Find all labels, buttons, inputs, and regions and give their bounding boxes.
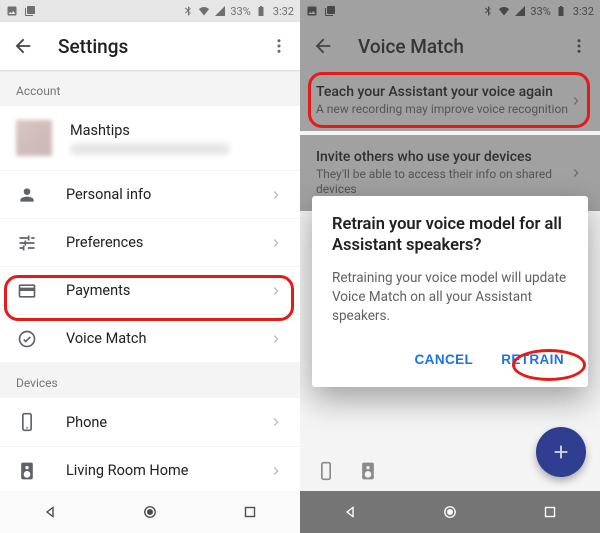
settings-list: Account Mashtips Personal info Preferenc…	[0, 70, 300, 491]
nav-recent-icon[interactable]	[541, 503, 559, 521]
picture-icon	[6, 5, 18, 17]
battery-text: 33%	[230, 5, 250, 18]
cancel-button[interactable]: CANCEL	[411, 346, 478, 373]
nav-home-icon[interactable]	[441, 503, 459, 521]
bluetooth-icon	[182, 5, 194, 17]
page-title: Settings	[58, 35, 128, 58]
battery-icon	[255, 5, 267, 17]
back-icon[interactable]	[12, 35, 34, 57]
nav-home-icon[interactable]	[141, 503, 159, 521]
tune-icon	[16, 232, 38, 254]
chevron-right-icon	[268, 463, 284, 479]
wifi-icon	[198, 5, 210, 17]
row-preferences[interactable]: Preferences	[0, 218, 300, 266]
chevron-right-icon	[268, 235, 284, 251]
row-label: Voice Match	[66, 330, 146, 347]
dialog-message: Retraining your voice model will update …	[332, 269, 568, 326]
dialog-title: Retrain your voice model for all Assista…	[332, 214, 568, 257]
right-pane: 33% 3:32 Voice Match Teach your Assistan…	[300, 0, 600, 533]
profile-name: Mashtips	[70, 122, 230, 139]
person-icon	[16, 184, 38, 206]
retrain-button[interactable]: RETRAIN	[497, 346, 568, 373]
phone-icon	[16, 411, 38, 433]
chevron-right-icon	[268, 187, 284, 203]
nav-recent-icon[interactable]	[241, 503, 259, 521]
signal-icon	[214, 5, 226, 17]
overflow-icon[interactable]	[270, 37, 288, 55]
profile-sub-blur	[70, 143, 230, 155]
chevron-right-icon	[268, 331, 284, 347]
row-payments[interactable]: Payments	[0, 266, 300, 314]
section-account: Account	[0, 70, 300, 106]
clock-text: 3:32	[273, 5, 294, 18]
navbar-left	[0, 491, 300, 533]
chevron-right-icon	[268, 414, 284, 430]
card-icon	[16, 280, 38, 302]
gallery-icon	[24, 5, 36, 17]
row-label: Personal info	[66, 186, 151, 203]
row-label: Preferences	[66, 234, 143, 251]
row-label: Living Room Home	[66, 462, 188, 479]
avatar	[16, 120, 52, 156]
retrain-dialog: Retrain your voice model for all Assista…	[312, 196, 588, 387]
appbar-left: Settings	[0, 22, 300, 70]
speaker-icon	[16, 460, 38, 482]
chevron-right-icon	[268, 283, 284, 299]
row-voice-match[interactable]: Voice Match	[0, 314, 300, 362]
nav-back-icon[interactable]	[41, 503, 59, 521]
nav-back-icon[interactable]	[341, 503, 359, 521]
row-profile[interactable]: Mashtips	[0, 106, 300, 170]
row-personal-info[interactable]: Personal info	[0, 170, 300, 218]
left-pane: 33% 3:32 Settings Account Mashtips Perso…	[0, 0, 300, 533]
status-bar-left: 33% 3:32	[0, 0, 300, 22]
check-circle-icon	[16, 328, 38, 350]
section-devices: Devices	[0, 362, 300, 398]
row-label: Payments	[66, 282, 130, 299]
row-label: Phone	[66, 414, 107, 431]
row-phone[interactable]: Phone	[0, 398, 300, 446]
navbar-right	[300, 491, 600, 533]
row-living-room-home[interactable]: Living Room Home	[0, 446, 300, 491]
